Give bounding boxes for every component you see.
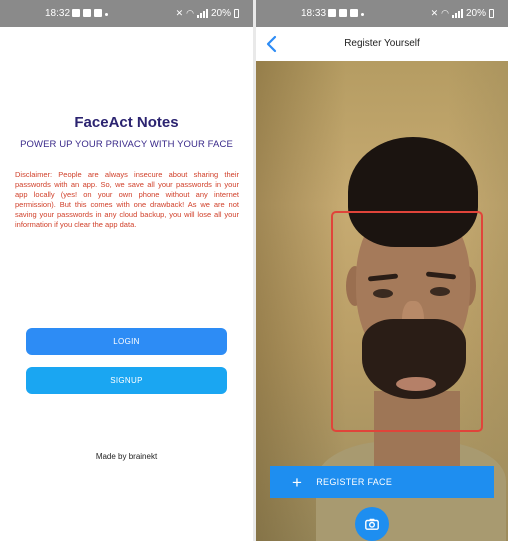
battery-icon: [234, 9, 239, 18]
document-icon: [339, 9, 347, 17]
notification-icons: [328, 9, 364, 17]
register-face-button[interactable]: + REGISTER FACE: [270, 466, 494, 498]
system-icons: ✕ ◠ 20%: [431, 8, 494, 19]
battery-text: 20%: [465, 8, 486, 19]
face-detection-box: [331, 211, 483, 432]
made-by-credit: Made by brainekt: [95, 452, 158, 461]
notification-icons: [72, 9, 108, 17]
document-icon: [83, 9, 91, 17]
camera-preview: + REGISTER FACE: [256, 61, 508, 541]
register-screen: 18:33 ✕ ◠ 20% Register Yourself + REGIST…: [256, 0, 508, 541]
status-bar: 18:33 ✕ ◠ 20%: [256, 0, 508, 27]
status-time: 18:32: [45, 8, 71, 19]
mute-icon: ✕: [175, 8, 184, 18]
youtube-icon: [94, 9, 102, 17]
app-title: FaceAct Notes: [74, 114, 179, 131]
dot-icon: [361, 12, 364, 16]
dot-icon: [105, 12, 108, 16]
login-button[interactable]: LOGIN: [26, 328, 227, 355]
tagline: POWER UP YOUR PRIVACY WITH YOUR FACE: [20, 139, 233, 150]
wifi-icon: ◠: [441, 8, 449, 18]
battery-icon: [489, 9, 494, 18]
gallery-icon: [72, 9, 80, 17]
camera-icon: [365, 518, 379, 530]
wifi-icon: ◠: [186, 8, 194, 18]
login-screen: 18:32 ✕ ◠ 20% FaceAct Notes POWER UP YOU…: [0, 0, 253, 541]
status-time: 18:33: [301, 8, 327, 19]
signal-icon: [196, 9, 208, 18]
signup-label: SIGNUP: [110, 376, 143, 385]
login-label: LOGIN: [113, 337, 140, 346]
signal-icon: [451, 9, 463, 18]
battery-text: 20%: [210, 8, 231, 19]
system-icons: ✕ ◠ 20%: [176, 8, 239, 19]
plus-icon: +: [292, 472, 303, 492]
mute-icon: ✕: [430, 8, 439, 18]
page-title: Register Yourself: [344, 38, 420, 49]
signup-button[interactable]: SIGNUP: [26, 367, 227, 394]
app-bar: Register Yourself: [256, 27, 508, 61]
youtube-icon: [350, 9, 358, 17]
disclaimer-text: Disclaimer: People are always insecure a…: [15, 170, 239, 230]
status-bar: 18:32 ✕ ◠ 20%: [0, 0, 253, 27]
register-face-label: REGISTER FACE: [316, 477, 393, 487]
camera-capture-button[interactable]: [355, 507, 389, 541]
gallery-icon: [328, 9, 336, 17]
